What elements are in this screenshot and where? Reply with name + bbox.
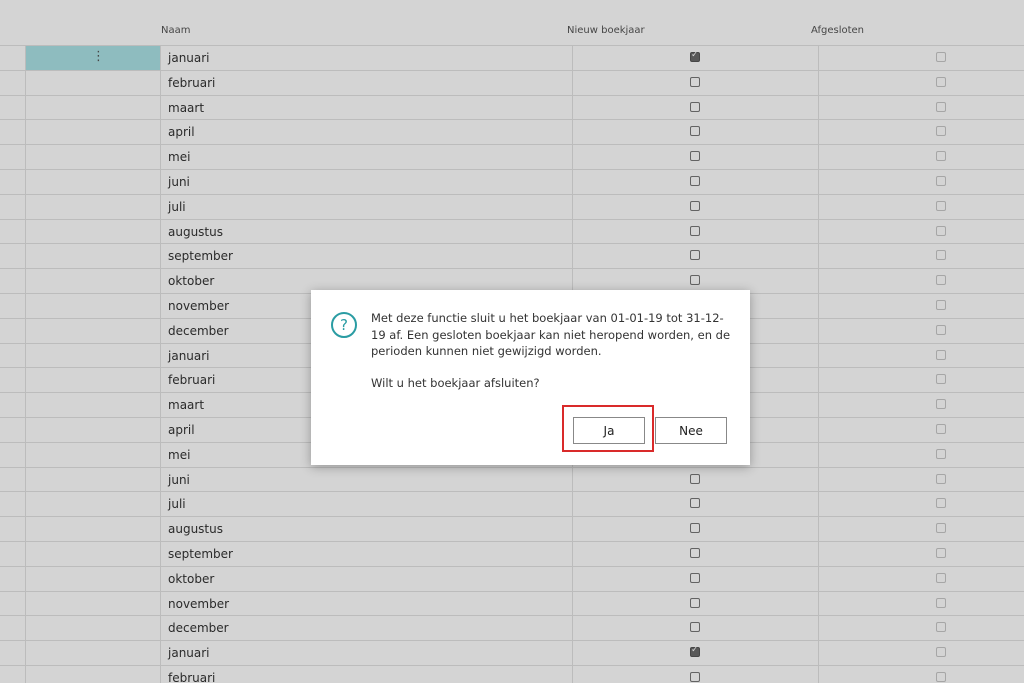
yes-button[interactable]: Ja <box>573 417 645 444</box>
dialog-message: Met deze functie sluit u het boekjaar va… <box>371 311 731 358</box>
no-button[interactable]: Nee <box>655 417 727 444</box>
question-icon: ? <box>331 312 357 338</box>
confirm-dialog: ? Met deze functie sluit u het boekjaar … <box>311 290 750 465</box>
dialog-question: Wilt u het boekjaar afsluiten? <box>371 376 540 390</box>
